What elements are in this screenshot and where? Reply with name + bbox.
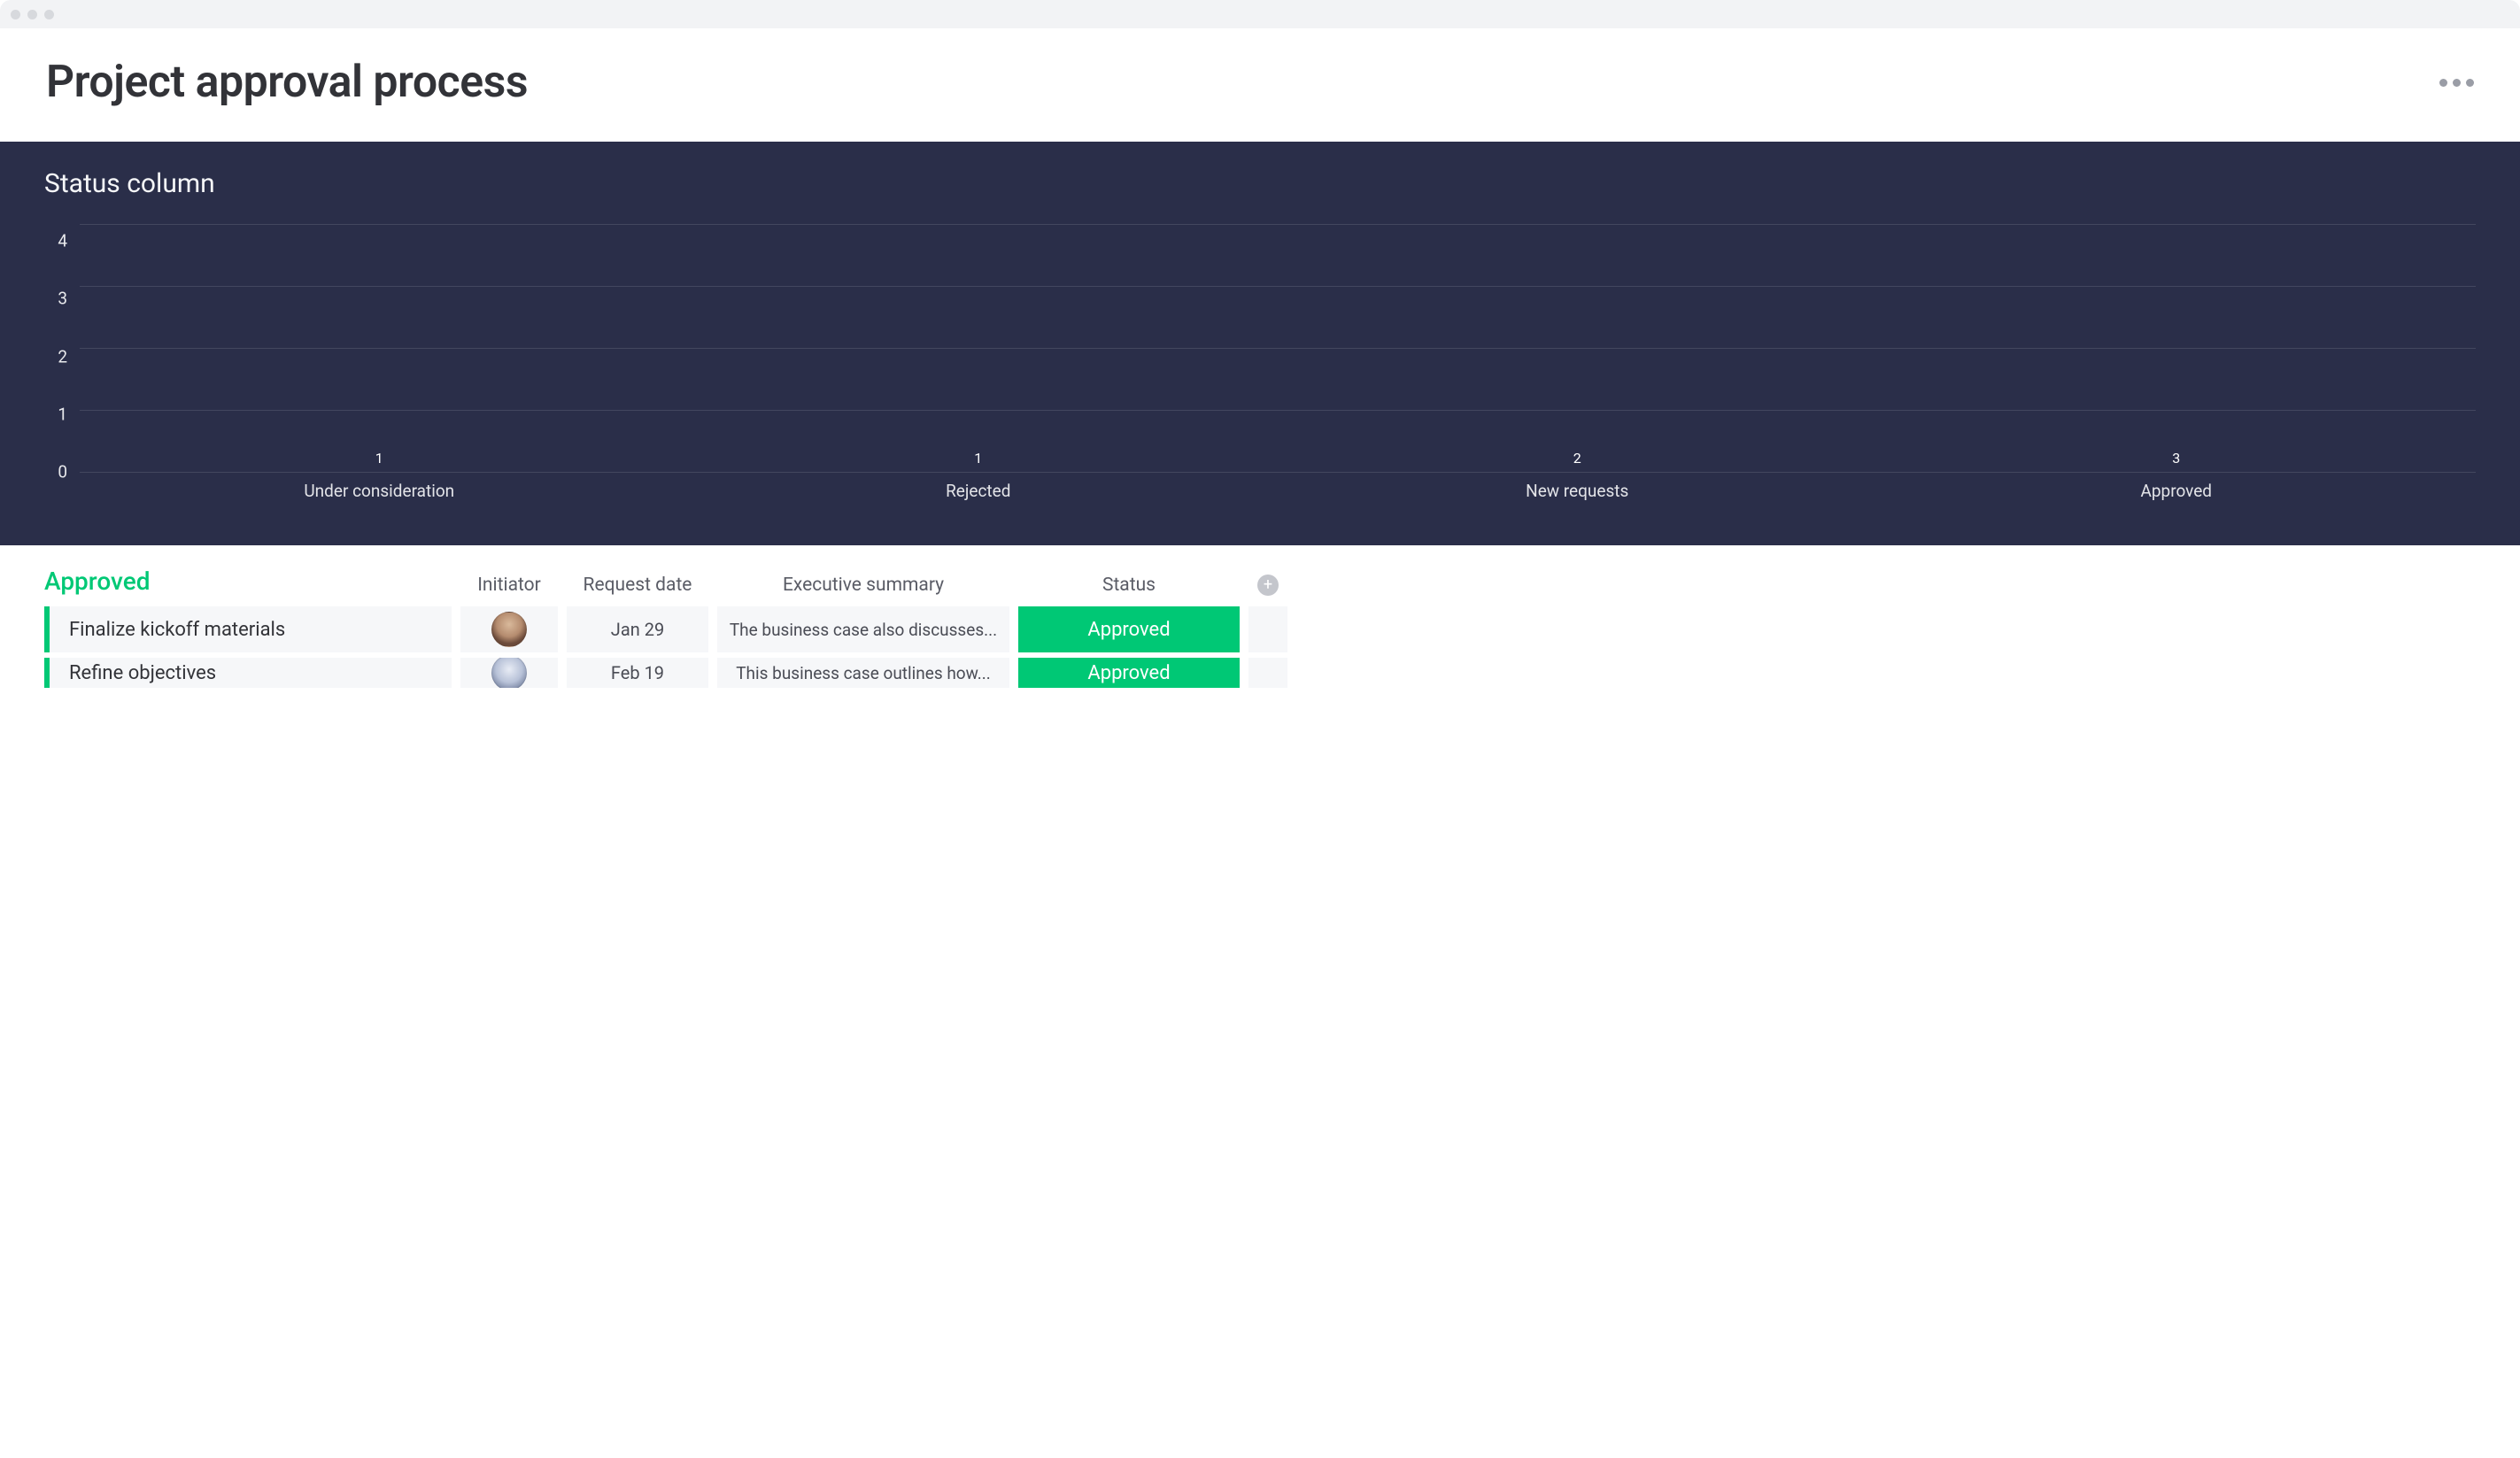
window-control-maximize[interactable] xyxy=(44,10,54,19)
more-menu-button[interactable] xyxy=(2439,79,2474,87)
page-header: Project approval process xyxy=(0,28,2520,142)
cell-status[interactable]: Approved xyxy=(1018,606,1240,652)
chart-gridline xyxy=(80,224,2476,225)
y-tick-label: 2 xyxy=(58,348,67,365)
chart-bar[interactable]: 3 xyxy=(1877,450,2477,472)
cell-request-date[interactable]: Feb 19 xyxy=(567,658,708,688)
table-rows: Finalize kickoff materials Jan 29 The bu… xyxy=(44,606,2476,688)
y-tick-label: 3 xyxy=(58,290,67,307)
x-tick-label: Rejected xyxy=(679,481,1279,501)
chart-gridline xyxy=(80,348,2476,349)
chart-bar[interactable]: 1 xyxy=(80,450,679,472)
row-title[interactable]: Finalize kickoff materials xyxy=(44,606,452,652)
cell-initiator[interactable] xyxy=(460,606,558,652)
add-column-button[interactable]: + xyxy=(1248,575,1287,596)
column-header-initiator[interactable]: Initiator xyxy=(460,575,558,596)
cell-request-date[interactable]: Jan 29 xyxy=(567,606,708,652)
cell-exec-summary[interactable]: The business case also discusses... xyxy=(717,606,1009,652)
table-header: Approved Initiator Request date Executiv… xyxy=(44,567,2476,596)
bar-value-label: 2 xyxy=(1573,450,1581,467)
dots-horizontal-icon xyxy=(2439,79,2447,87)
y-tick-label: 0 xyxy=(58,464,67,481)
x-tick-label: Approved xyxy=(1877,481,2477,501)
window-control-minimize[interactable] xyxy=(27,10,37,19)
cell-status[interactable]: Approved xyxy=(1018,658,1240,688)
table-row[interactable]: Finalize kickoff materials Jan 29 The bu… xyxy=(44,606,2476,652)
row-title[interactable]: Refine objectives xyxy=(44,658,452,688)
bar-value-label: 3 xyxy=(2172,450,2180,467)
y-tick-label: 4 xyxy=(58,233,67,250)
dots-horizontal-icon xyxy=(2453,79,2461,87)
chart-gridline xyxy=(80,410,2476,411)
chart-y-axis: 43210 xyxy=(44,224,80,472)
chart-title: Status column xyxy=(44,168,2476,199)
chart-plot: 1 1 2 3 xyxy=(80,224,2476,472)
table-row[interactable]: Refine objectives Feb 19 This business c… xyxy=(44,658,2476,688)
chart-widget: Status column 4 3 2 1 0 1 1 2 3 Under considera… xyxy=(0,142,2520,545)
app-window: Project approval process Status column 4… xyxy=(0,0,2520,688)
plus-icon: + xyxy=(1257,575,1279,596)
chart-bar[interactable]: 1 xyxy=(679,450,1279,472)
bar-value-label: 1 xyxy=(375,450,383,467)
cell-initiator[interactable] xyxy=(460,658,558,688)
window-control-close[interactable] xyxy=(11,10,20,19)
page-title: Project approval process xyxy=(46,57,528,108)
chart-gridline xyxy=(80,286,2476,287)
table-section: Approved Initiator Request date Executiv… xyxy=(0,545,2520,688)
cell-exec-summary[interactable]: This business case outlines how... xyxy=(717,658,1009,688)
column-header-exec-summary[interactable]: Executive summary xyxy=(717,575,1009,596)
y-tick-label: 1 xyxy=(58,405,67,422)
x-tick-label: Under consideration xyxy=(80,481,679,501)
avatar xyxy=(491,612,527,647)
row-end xyxy=(1248,658,1287,688)
bar-value-label: 1 xyxy=(974,450,982,467)
column-header-status[interactable]: Status xyxy=(1018,575,1240,596)
chart-plot-area: 43210 1123 xyxy=(44,224,2476,472)
group-title[interactable]: Approved xyxy=(44,567,452,596)
x-tick-label: New requests xyxy=(1278,481,1877,501)
window-titlebar xyxy=(0,0,2520,28)
row-end xyxy=(1248,606,1287,652)
chart-bar[interactable]: 2 xyxy=(1278,450,1877,472)
chart-x-axis: Under considerationRejectedNew requestsA… xyxy=(80,481,2476,501)
avatar xyxy=(491,658,527,688)
column-header-request-date[interactable]: Request date xyxy=(567,575,708,596)
chart-gridline xyxy=(80,472,2476,473)
dots-horizontal-icon xyxy=(2466,79,2474,87)
